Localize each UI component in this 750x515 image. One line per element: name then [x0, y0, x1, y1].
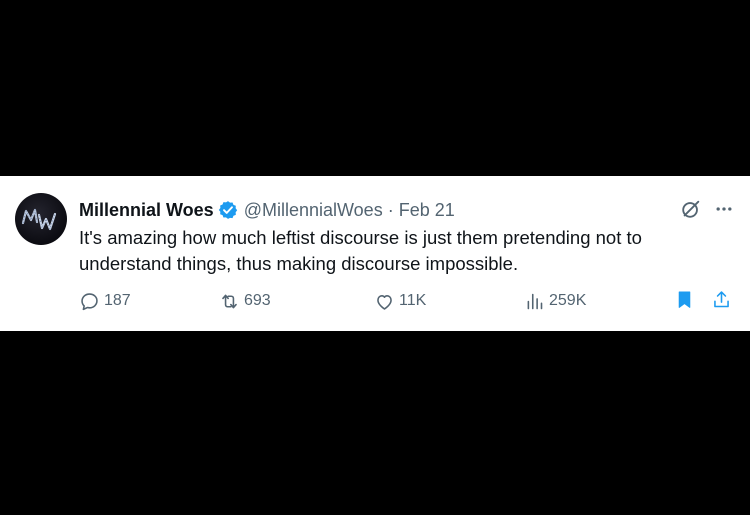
tweet-action-bar: 187 693 11K 259K [79, 289, 734, 313]
bookmark-icon [678, 291, 691, 308]
grok-icon[interactable] [680, 198, 702, 220]
reply-button[interactable]: 187 [79, 289, 131, 313]
share-button[interactable] [711, 289, 732, 310]
author-handle[interactable]: @MillennialWoes [244, 198, 383, 222]
avatar[interactable] [15, 193, 67, 245]
retweet-icon [222, 294, 237, 308]
retweet-count: 693 [244, 292, 271, 309]
tweet-text: It's amazing how much leftist discourse … [79, 227, 642, 274]
tweet-header: Millennial Woes @MillennialWoes · Feb 21 [79, 198, 455, 222]
tweet-card[interactable]: Millennial Woes @MillennialWoes · Feb 21… [0, 176, 750, 331]
reply-icon [81, 292, 98, 310]
views-button[interactable]: 259K [524, 289, 586, 313]
like-count: 11K [399, 292, 427, 309]
analytics-icon [527, 293, 543, 309]
heart-icon [377, 294, 392, 310]
bookmark-button[interactable] [674, 289, 695, 310]
share-icon [714, 291, 729, 308]
view-count: 259K [549, 292, 587, 309]
verified-badge-icon [218, 201, 237, 219]
reply-count: 187 [104, 292, 131, 309]
header-separator: · [387, 200, 394, 220]
avatar-monogram-icon [21, 208, 57, 231]
tweet-date[interactable]: Feb 21 [399, 198, 455, 222]
retweet-button[interactable]: 693 [219, 289, 271, 313]
tweet-top-actions [680, 198, 734, 220]
more-icon[interactable] [714, 199, 734, 219]
author-display-name[interactable]: Millennial Woes [79, 198, 214, 222]
like-button[interactable]: 11K [374, 289, 426, 313]
